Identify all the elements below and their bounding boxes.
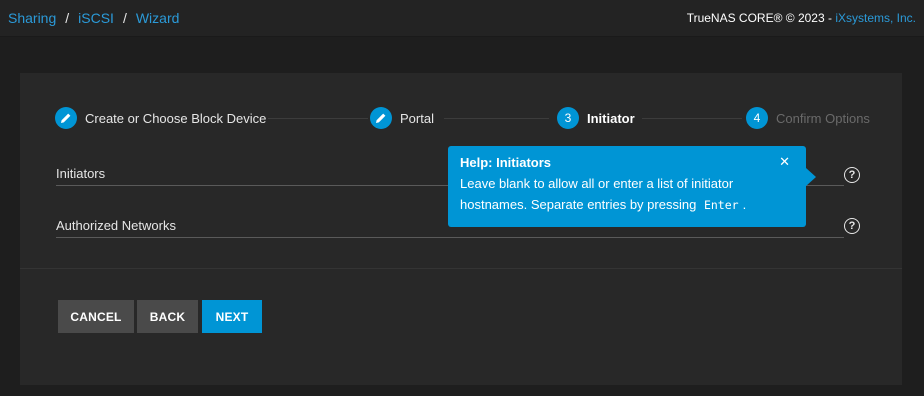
- copyright-text: TrueNAS CORE® © 2023 -: [686, 11, 836, 25]
- step-number: 4: [746, 107, 768, 129]
- help-popup: Help: Initiators Leave blank to allow al…: [448, 146, 816, 227]
- step-connector: [642, 118, 742, 119]
- help-popup-text: Leave blank to allow all or enter a list…: [460, 176, 734, 212]
- next-button[interactable]: NEXT: [202, 300, 262, 333]
- step-connector: [444, 118, 549, 119]
- step-number: 3: [557, 107, 579, 129]
- pencil-icon: [370, 107, 392, 129]
- wizard-card: Create or Choose Block Device Portal 3 I…: [20, 73, 902, 385]
- help-popup-suffix: .: [742, 197, 747, 212]
- breadcrumb-iscsi[interactable]: iSCSI: [78, 10, 114, 26]
- step-connector: [268, 118, 368, 119]
- step-create-block-device[interactable]: Create or Choose Block Device: [55, 106, 266, 130]
- step-confirm-options[interactable]: 4 Confirm Options: [746, 106, 870, 130]
- cancel-button[interactable]: CANCEL: [58, 300, 134, 333]
- breadcrumb-wizard[interactable]: Wizard: [136, 10, 180, 26]
- step-initiator[interactable]: 3 Initiator: [557, 106, 635, 130]
- step-label: Create or Choose Block Device: [85, 110, 267, 126]
- help-icon[interactable]: ?: [844, 218, 860, 234]
- breadcrumb: Sharing / iSCSI / Wizard: [8, 10, 179, 26]
- copyright: TrueNAS CORE® © 2023 - iXsystems, Inc.: [687, 11, 916, 25]
- help-popup-code: Enter: [703, 198, 739, 212]
- back-button[interactable]: BACK: [137, 300, 198, 333]
- step-portal[interactable]: Portal: [370, 106, 434, 130]
- help-popup-body: Leave blank to allow all or enter a list…: [460, 173, 794, 216]
- step-label: Portal: [400, 110, 434, 126]
- authorized-networks-label: Authorized Networks: [56, 218, 176, 233]
- help-icon[interactable]: ?: [844, 167, 860, 183]
- breadcrumb-separator: /: [65, 10, 70, 26]
- step-label: Initiator: [587, 110, 635, 126]
- close-icon[interactable]: ✕: [779, 154, 790, 170]
- top-bar: Sharing / iSCSI / Wizard TrueNAS CORE® ©…: [0, 0, 924, 37]
- help-popup-title: Help: Initiators: [460, 155, 552, 170]
- divider: [20, 268, 902, 269]
- breadcrumb-sharing[interactable]: Sharing: [8, 10, 56, 26]
- pencil-icon: [55, 107, 77, 129]
- ixsystems-link[interactable]: iXsystems, Inc.: [835, 11, 916, 25]
- initiators-label: Initiators: [56, 166, 106, 181]
- step-label: Confirm Options: [776, 110, 870, 126]
- breadcrumb-separator: /: [122, 10, 127, 26]
